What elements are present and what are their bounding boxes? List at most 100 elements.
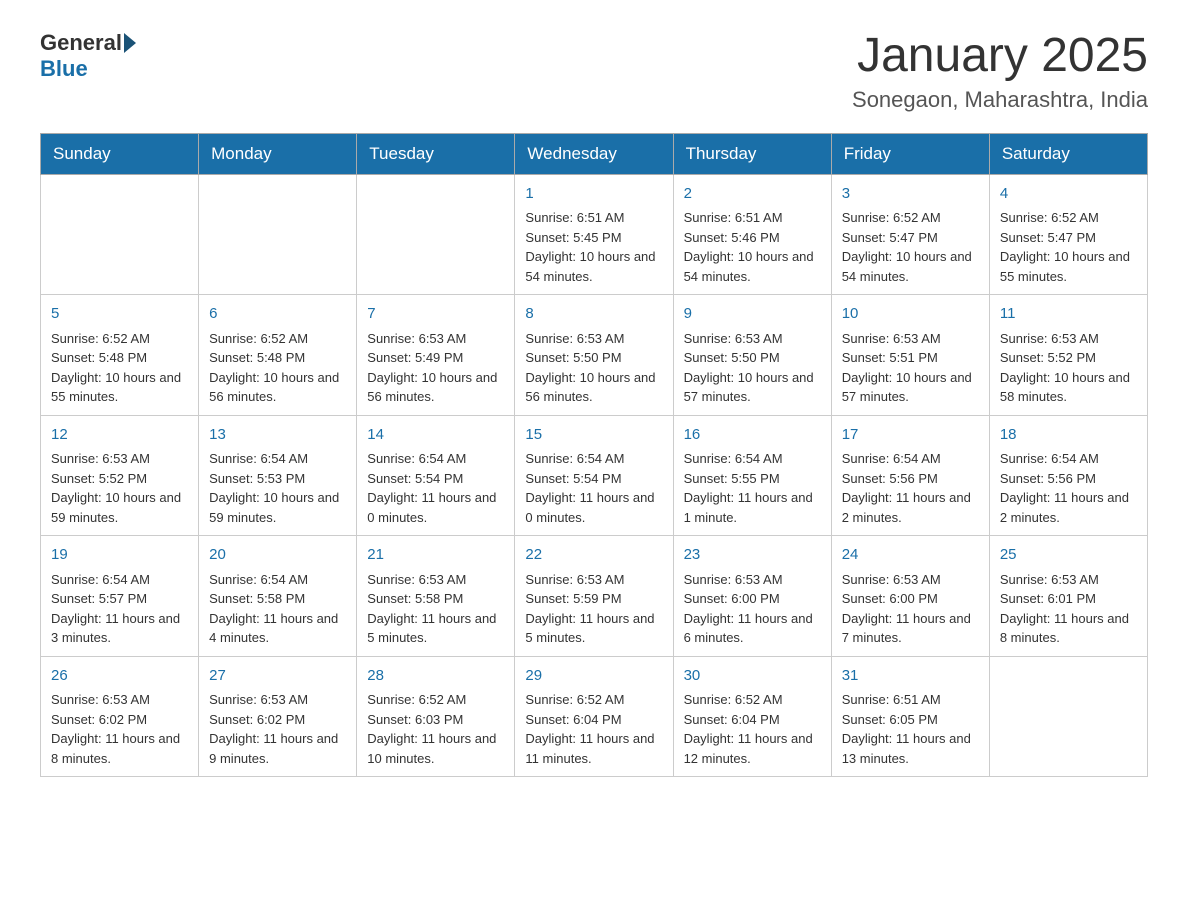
day-info: Sunrise: 6:53 AM [684,570,821,590]
day-number: 18 [1000,424,1137,447]
day-info: Sunrise: 6:53 AM [209,690,346,710]
day-number: 27 [209,665,346,688]
day-info: Daylight: 11 hours and 1 minute. [684,488,821,527]
day-info: Sunrise: 6:53 AM [367,570,504,590]
day-number: 17 [842,424,979,447]
calendar-cell: 13Sunrise: 6:54 AMSunset: 5:53 PMDayligh… [199,415,357,536]
day-number: 31 [842,665,979,688]
logo-blue-text: Blue [40,56,88,82]
day-info: Daylight: 11 hours and 2 minutes. [842,488,979,527]
day-info: Sunset: 5:53 PM [209,469,346,489]
day-number: 30 [684,665,821,688]
calendar-cell: 11Sunrise: 6:53 AMSunset: 5:52 PMDayligh… [989,295,1147,416]
month-title: January 2025 [852,30,1148,83]
calendar-cell: 25Sunrise: 6:53 AMSunset: 6:01 PMDayligh… [989,536,1147,657]
day-info: Sunset: 5:58 PM [367,589,504,609]
day-info: Sunset: 5:52 PM [1000,348,1137,368]
day-info: Sunset: 5:56 PM [842,469,979,489]
logo: General Blue [40,30,138,82]
logo-general-text: General [40,30,122,56]
day-info: Daylight: 11 hours and 11 minutes. [525,729,662,768]
calendar-week-1: 1Sunrise: 6:51 AMSunset: 5:45 PMDaylight… [41,174,1148,295]
calendar-cell: 3Sunrise: 6:52 AMSunset: 5:47 PMDaylight… [831,174,989,295]
calendar-header-thursday: Thursday [673,133,831,174]
calendar-cell: 19Sunrise: 6:54 AMSunset: 5:57 PMDayligh… [41,536,199,657]
calendar-cell: 23Sunrise: 6:53 AMSunset: 6:00 PMDayligh… [673,536,831,657]
day-info: Daylight: 11 hours and 5 minutes. [525,609,662,648]
day-number: 15 [525,424,662,447]
day-info: Sunrise: 6:52 AM [209,329,346,349]
calendar-header-row: SundayMondayTuesdayWednesdayThursdayFrid… [41,133,1148,174]
day-info: Sunset: 5:50 PM [684,348,821,368]
day-info: Sunset: 5:47 PM [842,228,979,248]
day-info: Sunset: 5:54 PM [367,469,504,489]
day-number: 8 [525,303,662,326]
day-info: Sunset: 5:49 PM [367,348,504,368]
calendar-cell: 12Sunrise: 6:53 AMSunset: 5:52 PMDayligh… [41,415,199,536]
day-info: Daylight: 10 hours and 59 minutes. [209,488,346,527]
calendar-cell: 21Sunrise: 6:53 AMSunset: 5:58 PMDayligh… [357,536,515,657]
day-info: Daylight: 10 hours and 54 minutes. [684,247,821,286]
day-number: 24 [842,544,979,567]
calendar-header-sunday: Sunday [41,133,199,174]
calendar-cell: 24 Sunrise: 6:53 AMSunset: 6:00 PMDayligh… [831,536,989,657]
day-number: 28 [367,665,504,688]
day-info: Sunrise: 6:51 AM [684,208,821,228]
day-info: Sunrise: 6:52 AM [51,329,188,349]
day-info: Daylight: 10 hours and 56 minutes. [209,368,346,407]
day-info: Sunrise: 6:52 AM [525,690,662,710]
day-info: Sunset: 6:00 PM [684,589,821,609]
day-info: Sunset: 6:00 PM [842,589,979,609]
day-number: 25 [1000,544,1137,567]
calendar-cell: 5Sunrise: 6:52 AMSunset: 5:48 PMDaylight… [41,295,199,416]
day-info: Sunset: 5:55 PM [684,469,821,489]
title-section: January 2025 Sonegaon, Maharashtra, Indi… [852,30,1148,113]
day-info: Sunset: 5:45 PM [525,228,662,248]
page-header: General Blue January 2025 Sonegaon, Maha… [40,30,1148,113]
calendar-header-wednesday: Wednesday [515,133,673,174]
day-number: 22 [525,544,662,567]
calendar-week-4: 19Sunrise: 6:54 AMSunset: 5:57 PMDayligh… [41,536,1148,657]
calendar-cell: 4Sunrise: 6:52 AMSunset: 5:47 PMDaylight… [989,174,1147,295]
day-info: Daylight: 11 hours and 7 minutes. [842,609,979,648]
day-info: Daylight: 11 hours and 2 minutes. [1000,488,1137,527]
calendar-cell: 29Sunrise: 6:52 AMSunset: 6:04 PMDayligh… [515,656,673,777]
day-number: 11 [1000,303,1137,326]
day-info: Sunset: 6:04 PM [684,710,821,730]
day-info: Sunrise: 6:53 AM [51,690,188,710]
calendar-cell: 9Sunrise: 6:53 AMSunset: 5:50 PMDaylight… [673,295,831,416]
day-info: Sunset: 5:48 PM [209,348,346,368]
day-info: Daylight: 11 hours and 0 minutes. [367,488,504,527]
day-info: Sunset: 5:50 PM [525,348,662,368]
calendar-week-2: 5Sunrise: 6:52 AMSunset: 5:48 PMDaylight… [41,295,1148,416]
day-info: Sunrise: 6:52 AM [1000,208,1137,228]
day-info: Daylight: 10 hours and 58 minutes. [1000,368,1137,407]
day-info: Sunset: 6:03 PM [367,710,504,730]
day-info: Daylight: 10 hours and 56 minutes. [525,368,662,407]
day-info: Sunset: 5:56 PM [1000,469,1137,489]
day-number: 16 [684,424,821,447]
day-info: Daylight: 11 hours and 0 minutes. [525,488,662,527]
day-number: 10 [842,303,979,326]
day-info: Sunrise: 6:54 AM [51,570,188,590]
day-info: Daylight: 10 hours and 54 minutes. [842,247,979,286]
day-info: Sunrise: 6:54 AM [1000,449,1137,469]
calendar-cell: 26Sunrise: 6:53 AMSunset: 6:02 PMDayligh… [41,656,199,777]
day-info: Sunrise: 6:53 AM [842,570,979,590]
day-info: Sunset: 6:02 PM [209,710,346,730]
calendar-cell: 2Sunrise: 6:51 AMSunset: 5:46 PMDaylight… [673,174,831,295]
day-info: Sunrise: 6:54 AM [525,449,662,469]
day-info: Sunset: 5:59 PM [525,589,662,609]
day-info: Daylight: 11 hours and 12 minutes. [684,729,821,768]
day-info: Daylight: 10 hours and 57 minutes. [684,368,821,407]
day-info: Daylight: 11 hours and 13 minutes. [842,729,979,768]
calendar-cell: 14Sunrise: 6:54 AMSunset: 5:54 PMDayligh… [357,415,515,536]
day-number: 7 [367,303,504,326]
day-info: Daylight: 10 hours and 55 minutes. [1000,247,1137,286]
day-number: 5 [51,303,188,326]
calendar-cell: 30Sunrise: 6:52 AMSunset: 6:04 PMDayligh… [673,656,831,777]
calendar-cell: 10Sunrise: 6:53 AMSunset: 5:51 PMDayligh… [831,295,989,416]
day-info: Sunset: 6:04 PM [525,710,662,730]
day-info: Sunset: 5:52 PM [51,469,188,489]
day-info: Sunrise: 6:53 AM [684,329,821,349]
